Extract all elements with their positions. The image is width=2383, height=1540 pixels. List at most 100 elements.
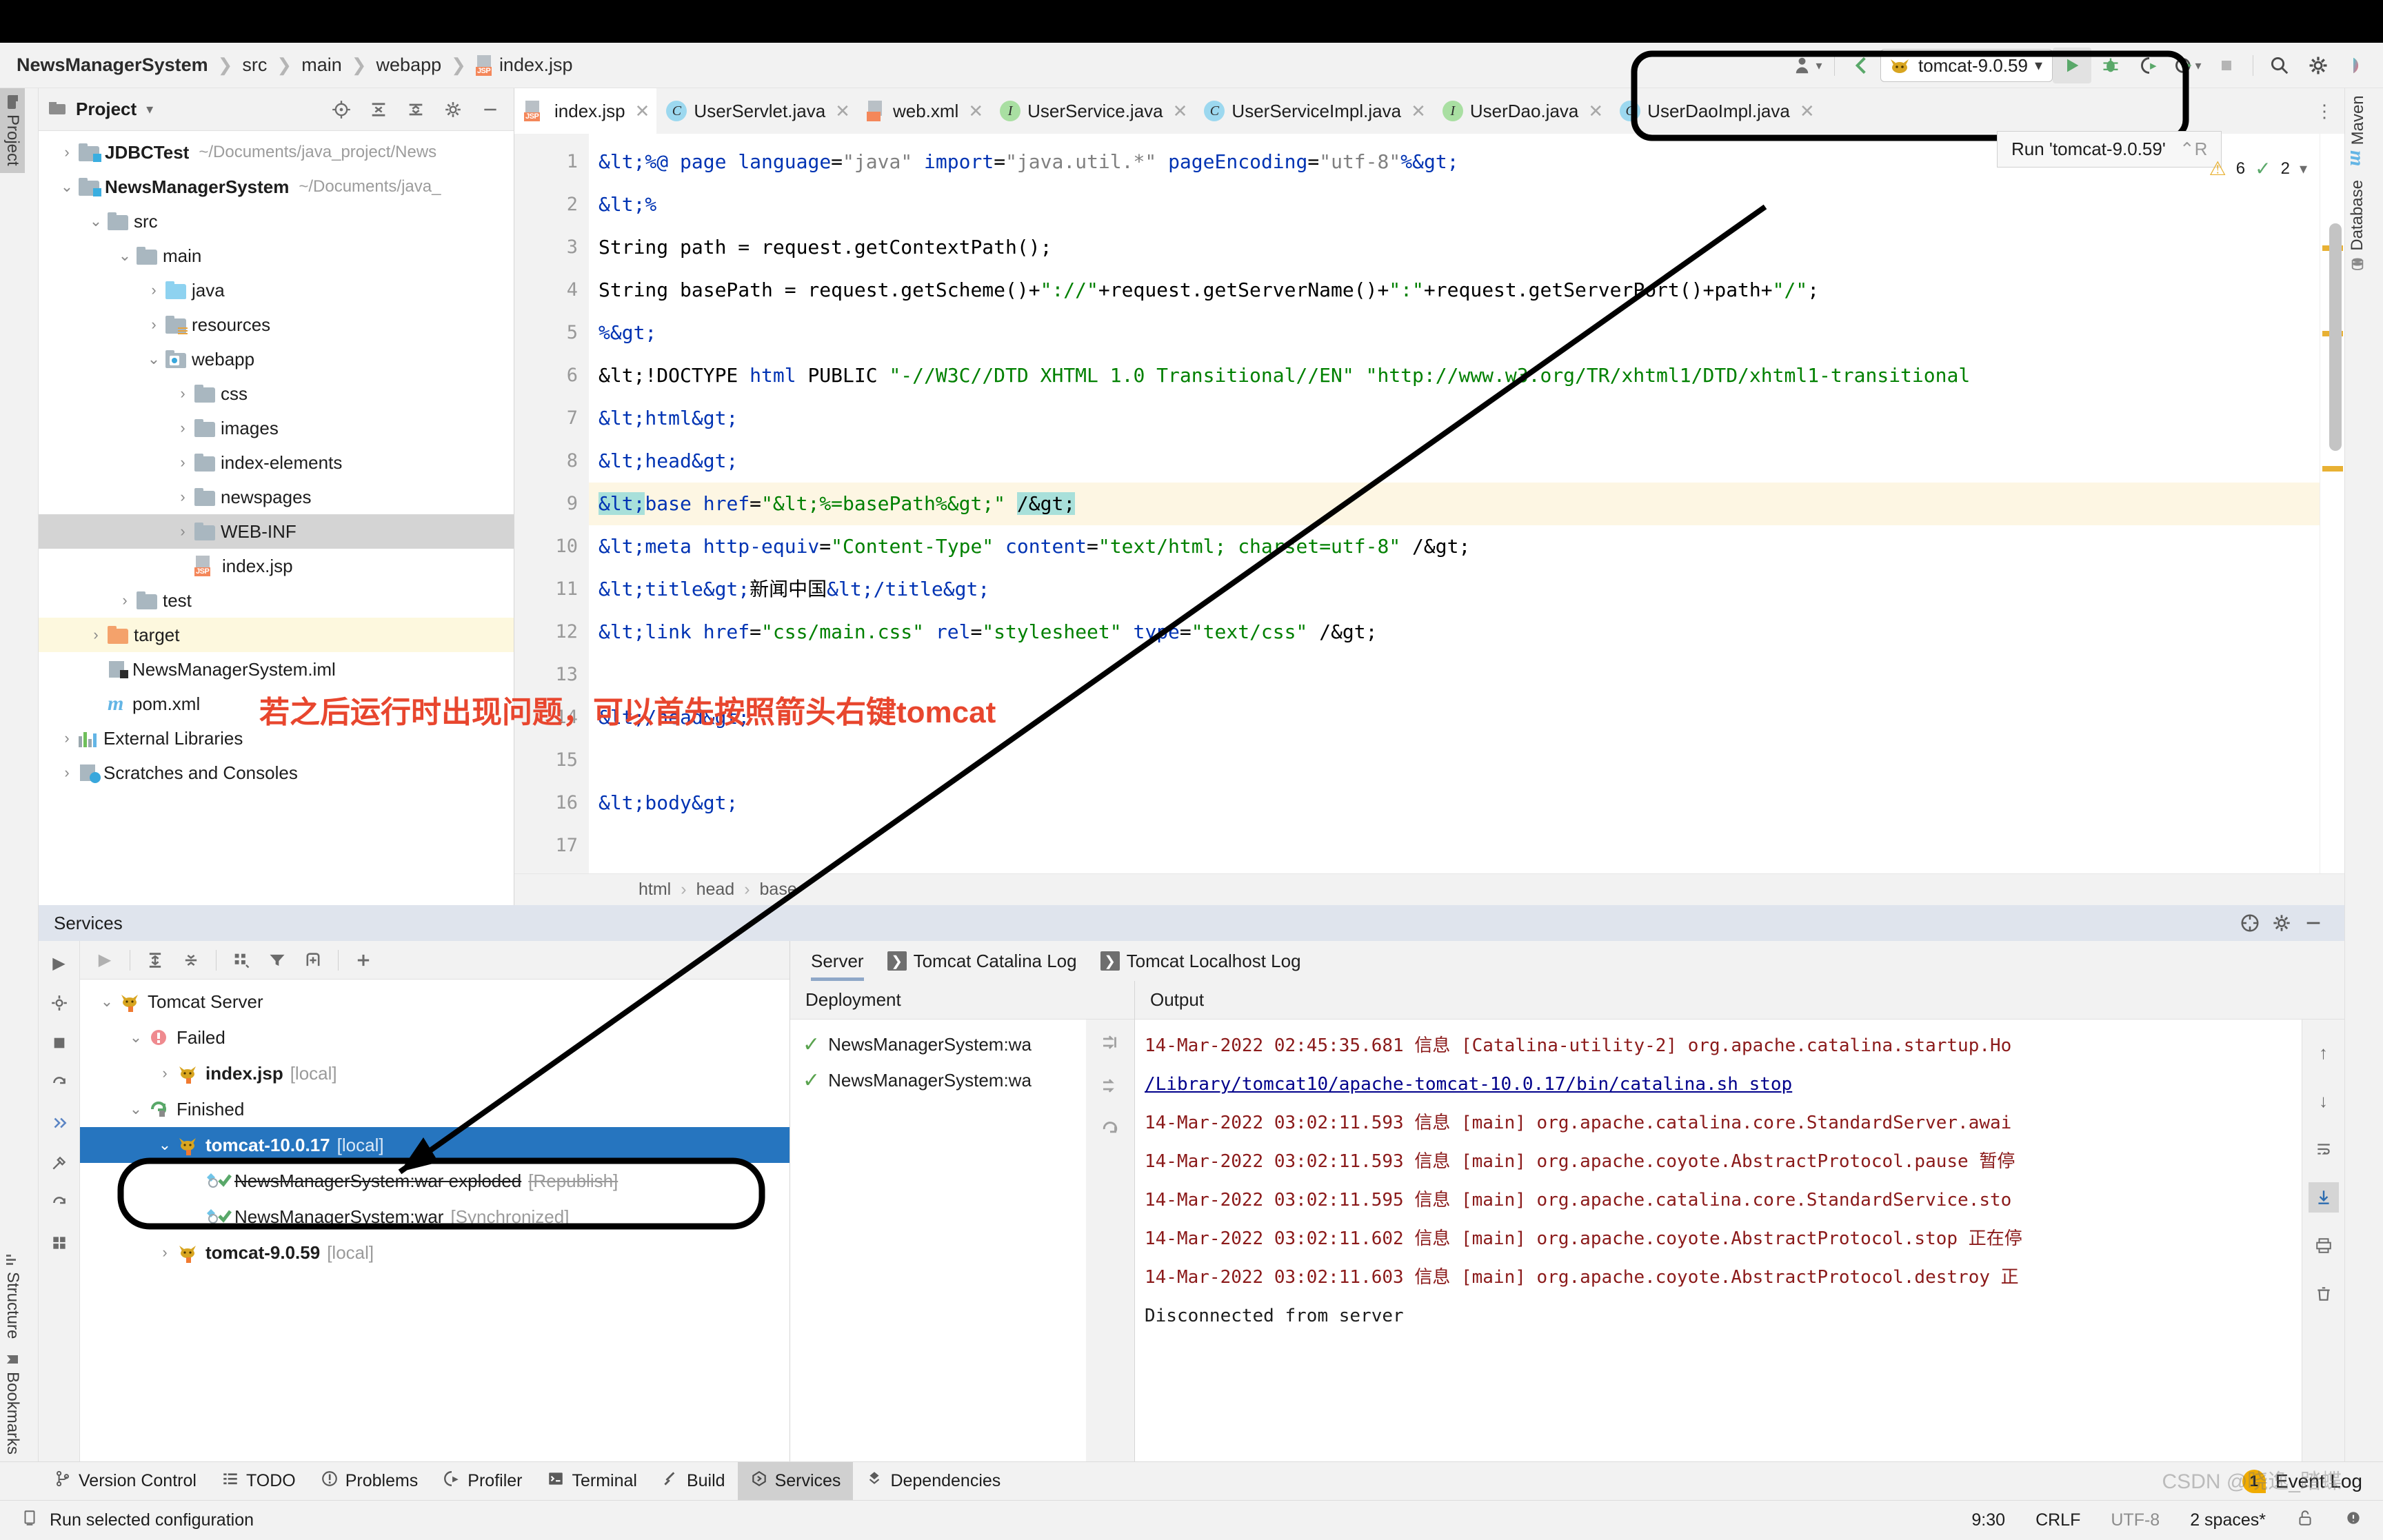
code-line[interactable] <box>589 824 2320 867</box>
tree-expand-arrow[interactable]: › <box>142 281 165 299</box>
editor-tab[interactable]: C UserServiceImpl.java ✕ <box>1194 88 1432 134</box>
project-tree-item[interactable]: › css <box>39 376 514 411</box>
project-tree-item[interactable]: NewsManagerSystem.iml <box>39 652 514 687</box>
profiler-button[interactable]: ▾ <box>2169 48 2207 83</box>
hide-icon[interactable] <box>2297 909 2329 937</box>
tree-expand-arrow[interactable]: › <box>142 316 165 334</box>
tree-expand-arrow[interactable]: › <box>113 591 137 609</box>
tree-expand-arrow[interactable]: › <box>55 143 79 161</box>
editor-tab[interactable]: I UserService.java ✕ <box>990 88 1194 134</box>
settings-gear-icon[interactable] <box>439 96 467 123</box>
run-icon[interactable]: ▶ <box>90 945 120 975</box>
tree-expand-arrow[interactable]: ⌄ <box>55 178 79 196</box>
tree-expand-arrow[interactable]: ⌄ <box>124 1029 148 1046</box>
more-tabs-icon[interactable]: ⋮ <box>2315 101 2333 122</box>
bottom-tool-bar[interactable]: Version Control TODO Problems Profiler Termi… <box>0 1461 2383 1500</box>
close-icon[interactable]: ✕ <box>835 101 850 122</box>
help-icon[interactable] <box>2234 909 2266 937</box>
refresh-icon[interactable] <box>44 1188 74 1218</box>
filter-icon[interactable] <box>262 945 292 975</box>
close-icon[interactable]: ✕ <box>1411 101 1426 122</box>
output-line[interactable]: /Library/tomcat10/apache-tomcat-10.0.17/… <box>1145 1065 2302 1104</box>
ide-logo-icon[interactable] <box>2337 48 2376 83</box>
close-icon[interactable]: ✕ <box>635 101 650 122</box>
project-tree-item[interactable]: › JDBCTest ~/Documents/java_project/News <box>39 135 514 170</box>
bottom-tab-build[interactable]: Build <box>650 1462 738 1500</box>
tree-expand-arrow[interactable]: › <box>153 1064 177 1082</box>
tree-expand-arrow[interactable]: › <box>55 729 79 747</box>
project-tree-item[interactable]: › java <box>39 273 514 307</box>
code-line[interactable]: −%&gt; <box>589 312 2320 354</box>
services-tree-item[interactable]: ⌄ Tomcat Server <box>80 984 790 1020</box>
breadcrumb-head[interactable]: head <box>696 880 735 900</box>
print-icon[interactable] <box>2309 1230 2339 1261</box>
expand-all-icon[interactable] <box>140 945 170 975</box>
code-line[interactable]: &lt;!DOCTYPE html PUBLIC "-//W3C//DTD XH… <box>589 354 2320 397</box>
inspection-widget[interactable]: ⚠ 6 ✓ 2 ▾ <box>2209 157 2307 180</box>
project-tree-item[interactable]: › Scratches and Consoles <box>39 756 514 790</box>
services-tab[interactable]: Server <box>811 941 864 981</box>
sidebar-item-project[interactable]: Project <box>0 88 25 173</box>
sidebar-item-bookmarks[interactable]: Bookmarks <box>0 1346 25 1461</box>
close-icon[interactable]: ✕ <box>1173 101 1188 122</box>
collapse-all-icon[interactable] <box>176 945 206 975</box>
tree-expand-arrow[interactable]: › <box>171 488 194 506</box>
run-with-coverage-button[interactable] <box>2130 48 2169 83</box>
notification-icon[interactable] <box>2344 1509 2362 1532</box>
settings-gear-icon[interactable] <box>44 988 74 1018</box>
tree-expand-arrow[interactable]: ⌄ <box>153 1136 177 1154</box>
bottom-tab-version-control[interactable]: Version Control <box>41 1462 209 1500</box>
code-editor[interactable]: 123456789101112131415161718 &lt;%@ page … <box>514 134 2344 873</box>
project-tree[interactable]: › JDBCTest ~/Documents/java_project/News ⌄ N… <box>39 131 514 905</box>
tree-expand-arrow[interactable]: › <box>171 419 194 437</box>
breadcrumb-html[interactable]: html <box>639 880 671 900</box>
project-tree-item[interactable]: › WEB-INF <box>39 514 514 549</box>
tree-expand-arrow[interactable]: › <box>171 454 194 472</box>
editor-tab[interactable]: web.xml ✕ <box>857 88 990 134</box>
code-line[interactable] <box>589 739 2320 782</box>
services-tab[interactable]: ❯ Tomcat Localhost Log <box>1100 941 1301 981</box>
scroll-up-icon[interactable]: ↑ <box>2309 1037 2339 1068</box>
project-tree-item[interactable]: › test <box>39 583 514 618</box>
services-tree-item[interactable]: NewsManagerSystem:war [Synchronized] <box>80 1199 790 1235</box>
code-line[interactable]: &lt;link href="css/main.css" rel="styles… <box>589 611 2320 654</box>
deployment-row[interactable]: ✓ NewsManagerSystem:wa <box>790 1026 1134 1062</box>
expand-icon[interactable] <box>402 96 430 123</box>
code-line[interactable]: &lt;title&gt;新闻中国&lt;/title&gt; <box>589 568 2320 611</box>
breadcrumb-item-src[interactable]: src <box>242 54 267 76</box>
project-tree-item[interactable]: › target <box>39 618 514 652</box>
line-separator[interactable]: CRLF <box>2035 1510 2080 1530</box>
chevron-down-icon[interactable]: ▾ <box>146 101 153 118</box>
editor-tab-bar[interactable]: JSP index.jsp ✕ C UserServlet.java ✕ web.xml ✕ I… <box>514 88 2344 134</box>
breadcrumb-item-file[interactable]: index.jsp <box>499 54 573 76</box>
deployment-row[interactable]: ✓ NewsManagerSystem:wa <box>790 1062 1134 1098</box>
tree-expand-arrow[interactable]: ⌄ <box>124 1100 148 1118</box>
hide-icon[interactable] <box>476 96 504 123</box>
clear-all-icon[interactable] <box>2309 1279 2339 1309</box>
user-account-icon[interactable]: ▾ <box>1789 48 1827 83</box>
file-encoding[interactable]: UTF-8 <box>2111 1510 2160 1530</box>
redeploy-icon[interactable] <box>44 1068 74 1098</box>
bottom-tab-terminal[interactable]: Terminal <box>534 1462 649 1500</box>
run-icon[interactable]: ▶ <box>44 948 74 978</box>
project-tree-item[interactable]: › images <box>39 411 514 445</box>
sidebar-item-structure[interactable]: Structure <box>0 1246 25 1346</box>
search-everywhere-icon[interactable] <box>2260 48 2299 83</box>
locate-icon[interactable] <box>328 96 355 123</box>
project-tree-item[interactable]: › index-elements <box>39 445 514 480</box>
project-tree-item[interactable]: › resources <box>39 307 514 342</box>
services-tree-item[interactable]: › tomcat-9.0.59 [local] <box>80 1235 790 1270</box>
add-tab-icon[interactable] <box>298 945 328 975</box>
debug-button[interactable] <box>2091 48 2130 83</box>
jump-to-source-icon[interactable] <box>1100 1032 1120 1057</box>
build-hammer-icon[interactable] <box>44 1148 74 1178</box>
project-tree-item[interactable]: ⌄ src <box>39 204 514 239</box>
services-tree-item[interactable]: ⌄ tomcat-10.0.17 [local] <box>80 1127 790 1163</box>
sidebar-item-maven[interactable]: m Maven <box>2345 88 2371 173</box>
code-text[interactable]: &lt;%@ page language="java" import="java… <box>589 134 2320 873</box>
edit-configuration-icon[interactable] <box>1100 1075 1120 1101</box>
code-line[interactable]: −&lt;div id="header"&gt; <box>589 867 2320 873</box>
editor-tab[interactable]: C UserDaoImpl.java ✕ <box>1610 88 1821 134</box>
services-tree-item[interactable]: ⌄ Finished <box>80 1091 790 1127</box>
breadcrumb-base[interactable]: base <box>760 880 797 900</box>
